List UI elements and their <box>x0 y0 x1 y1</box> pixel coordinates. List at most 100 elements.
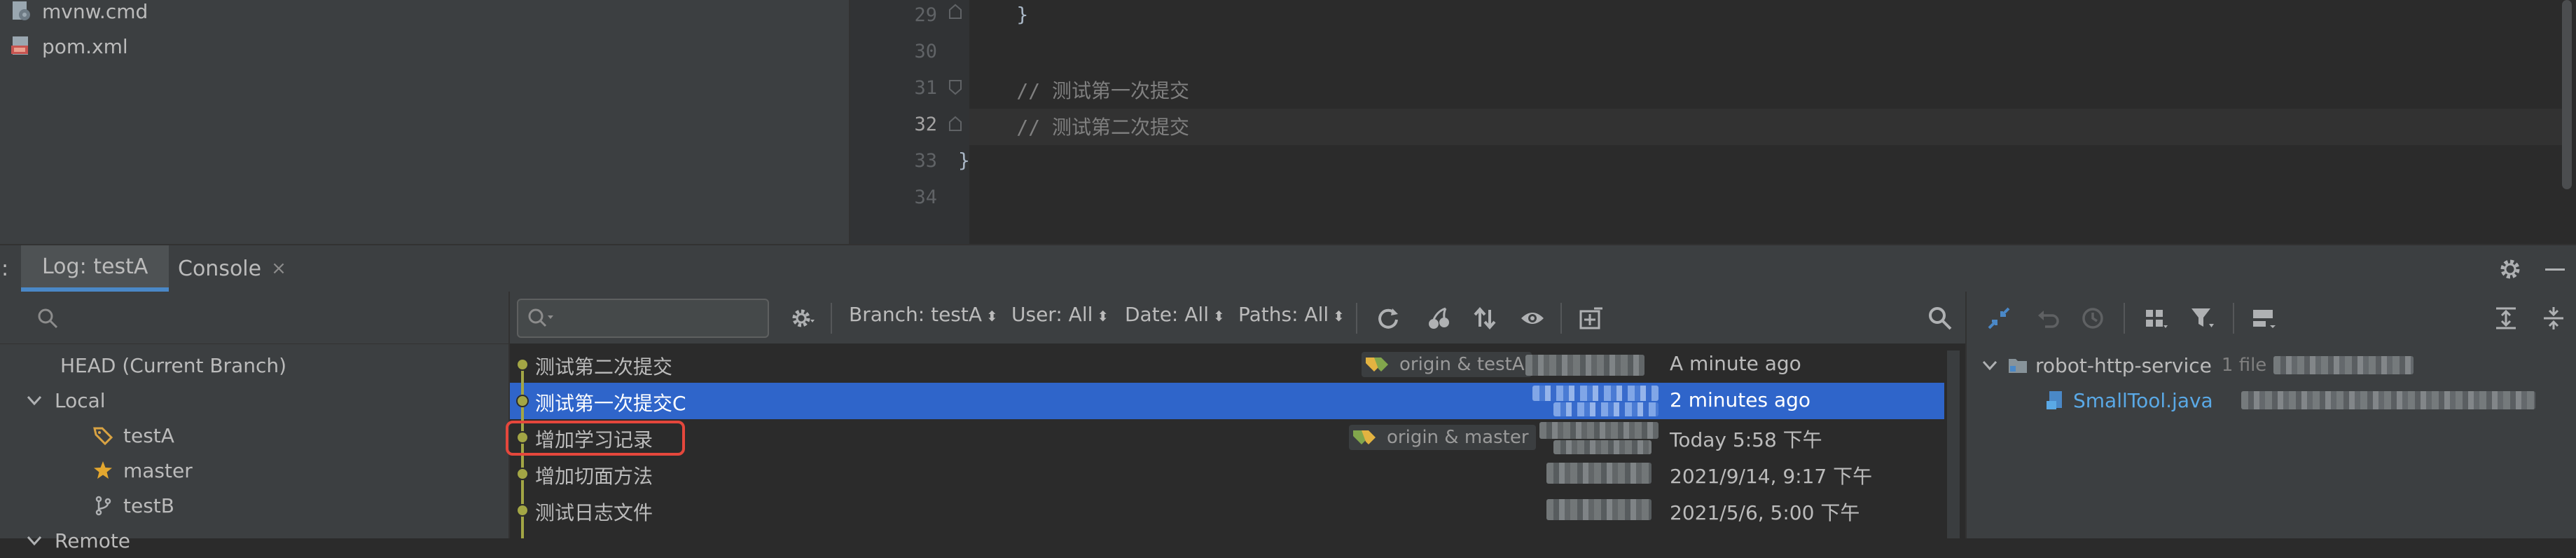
search-history-icon[interactable] <box>527 307 555 329</box>
changes-module-row[interactable]: robot-http-service 1 file <box>1979 348 2414 383</box>
editor-gutter: 29 30 31 32 33 34 <box>850 0 969 244</box>
tab-log-testa[interactable]: Log: testA <box>21 245 169 292</box>
author-redacted <box>1553 402 1659 416</box>
toolbar-separator <box>1356 303 1357 334</box>
eye-icon[interactable] <box>1520 306 1545 331</box>
log-search-input[interactable] <box>517 299 769 338</box>
branch-label: HEAD (Current Branch) <box>60 353 287 377</box>
commit-row[interactable]: 增加学习记录 origin & master Today 5:58 下午 <box>510 419 1944 456</box>
fold-end-icon[interactable] <box>947 115 964 133</box>
commit-row[interactable]: 测试日志文件 2021/5/6, 5:00 下午 <box>510 492 1944 529</box>
toolbar-separator <box>2233 303 2234 334</box>
commit-date: 2 minutes ago <box>1670 388 1811 411</box>
commit-graph-node <box>516 358 529 371</box>
tree-file-label: pom.xml <box>42 34 128 58</box>
filter-branch[interactable]: Branch: testA ⬍ <box>849 303 998 326</box>
revert-icon[interactable] <box>2035 306 2061 331</box>
line-number: 29 <box>914 4 937 26</box>
filter-user[interactable]: User: All ⬍ <box>1011 303 1109 326</box>
changed-file-name: SmallTool.java <box>2073 388 2213 412</box>
close-icon[interactable]: × <box>271 258 286 279</box>
code-comment: // 测试第一次提交 <box>969 79 1190 102</box>
collapse-all-icon[interactable] <box>2541 306 2566 331</box>
tags-icon <box>1353 430 1376 444</box>
filter-label: User: All <box>1011 303 1093 326</box>
folder-icon <box>2009 359 2027 373</box>
branch-label: testB <box>123 494 174 517</box>
search-icon[interactable] <box>1927 306 1953 331</box>
java-file-icon <box>2047 391 2062 409</box>
chevron-down-icon[interactable] <box>24 390 45 411</box>
author-redacted <box>1546 463 1651 484</box>
branch-label: master <box>123 458 193 482</box>
tab-console[interactable]: Console × <box>161 245 303 292</box>
path-redacted <box>2273 356 2414 374</box>
collapse-arrows-icon[interactable] <box>1986 306 2011 331</box>
star-icon <box>94 461 112 479</box>
filter-icon[interactable] <box>2189 306 2215 331</box>
chevron-down-icon[interactable] <box>24 530 45 551</box>
filter-date[interactable]: Date: All ⬍ <box>1125 303 1225 326</box>
tool-window-tab-bar: : Log: testA Console × <box>0 244 2576 292</box>
code-line: } <box>969 3 1029 26</box>
cherry-pick-icon[interactable] <box>1426 306 1451 331</box>
commit-message: 测试第一次提交C <box>535 392 686 415</box>
commit-graph-node <box>516 468 529 480</box>
commit-refs-label: origin & master <box>1349 425 1536 450</box>
tree-file-pom-xml[interactable]: pom.xml <box>10 32 128 60</box>
project-tree: mvnw.cmd pom.xml <box>0 0 849 244</box>
tag-icon <box>93 427 113 446</box>
module-name: robot-http-service <box>2035 353 2212 377</box>
log-scrollbar[interactable] <box>1947 351 1960 538</box>
line-number: 34 <box>914 186 937 208</box>
code-line: } <box>958 149 970 172</box>
expand-all-icon[interactable] <box>2493 306 2519 331</box>
tree-file-label: mvnw.cmd <box>42 0 148 23</box>
annotation-highlight-box <box>506 421 685 456</box>
commit-row[interactable]: 增加切面方法 2021/9/14, 9:17 下午 <box>510 456 1944 492</box>
commit-date: Today 5:58 下午 <box>1670 428 1822 451</box>
author-redacted <box>1553 440 1651 454</box>
chevron-updown-icon: ⬍ <box>1097 308 1109 325</box>
commit-message: 测试日志文件 <box>535 501 653 524</box>
toolbar-separator <box>2124 303 2125 334</box>
line-number: 30 <box>914 41 937 62</box>
layout-icon[interactable] <box>2251 306 2276 331</box>
commit-date: A minute ago <box>1670 352 1801 375</box>
commit-date: 2021/5/6, 5:00 下午 <box>1670 501 1860 524</box>
tags-icon <box>1366 358 1388 372</box>
fold-start-icon[interactable] <box>947 79 964 97</box>
new-tab-icon[interactable] <box>1579 306 1604 331</box>
chevron-updown-icon: ⬍ <box>986 308 998 325</box>
line-number: 33 <box>914 150 937 172</box>
group-by-icon[interactable] <box>2143 306 2168 331</box>
author-redacted <box>1525 355 1644 376</box>
author-redacted <box>1546 499 1651 520</box>
refresh-icon[interactable] <box>1376 306 1401 331</box>
branch-group-remote[interactable]: Remote <box>0 523 532 558</box>
tree-file-mvnw-cmd[interactable]: mvnw.cmd <box>10 0 148 25</box>
toolbar-separator <box>831 303 832 334</box>
minimize-icon[interactable] <box>2542 257 2568 282</box>
sort-arrows-icon[interactable] <box>1472 306 1497 331</box>
branch-search-bar[interactable] <box>0 292 508 344</box>
editor-scrollbar[interactable] <box>2562 0 2572 189</box>
fold-end-icon[interactable] <box>947 3 964 21</box>
branch-head[interactable]: HEAD (Current Branch) <box>0 348 569 383</box>
branch-group-local[interactable]: Local <box>0 383 532 418</box>
chevron-down-icon[interactable] <box>1979 355 2000 376</box>
tool-window-prefix: : <box>1 256 9 281</box>
author-redacted <box>1532 386 1659 401</box>
chevron-updown-icon: ⬍ <box>1333 308 1345 325</box>
gear-icon[interactable] <box>2498 257 2523 282</box>
gear-icon[interactable] <box>790 306 815 331</box>
history-icon[interactable] <box>2080 306 2105 331</box>
author-redacted <box>1539 422 1659 439</box>
module-file-count: 1 file <box>2221 355 2267 376</box>
branch-label: testA <box>123 423 174 447</box>
commit-row-selected[interactable]: 测试第一次提交C 2 minutes ago <box>510 383 1944 419</box>
changed-file-row[interactable]: SmallTool.java <box>2045 383 2535 418</box>
filter-paths[interactable]: Paths: All ⬍ <box>1238 303 1345 326</box>
branch-label: Remote <box>55 529 131 552</box>
commit-row[interactable]: 测试第二次提交 origin & testA A minute ago <box>510 346 1944 383</box>
